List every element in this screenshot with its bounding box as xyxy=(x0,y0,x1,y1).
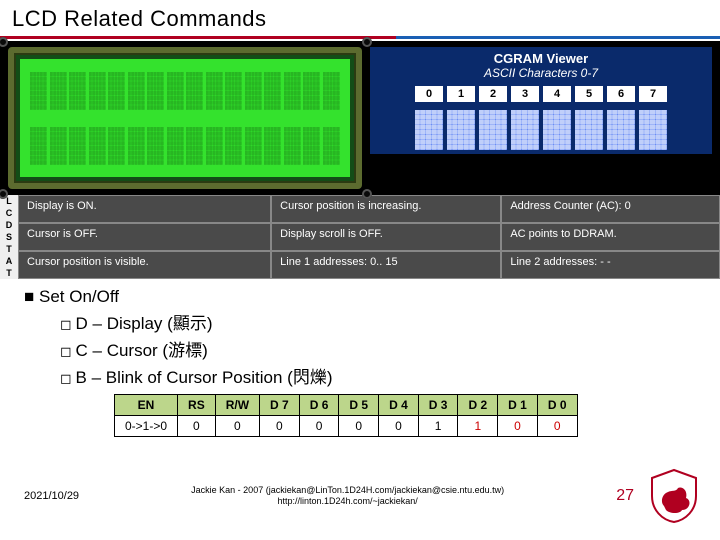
th: D 3 xyxy=(418,395,458,416)
bullet-sub: D – Display (顯示) xyxy=(60,309,696,334)
stat-cell: Line 1 addresses: 0.. 15 xyxy=(271,251,501,279)
cgram-cell xyxy=(479,110,507,150)
th: D 5 xyxy=(339,395,379,416)
university-crest-icon xyxy=(646,468,702,524)
th: R/W xyxy=(215,395,259,416)
stat-cell: Address Counter (AC): 0 xyxy=(501,195,720,223)
td: 1 xyxy=(418,416,458,437)
td: 1 xyxy=(458,416,498,437)
td: 0 xyxy=(299,416,339,437)
stat-cell: Cursor position is increasing. xyxy=(271,195,501,223)
cgram-subtitle: ASCII Characters 0-7 xyxy=(370,66,712,84)
stat-cell: Line 2 addresses: - - xyxy=(501,251,720,279)
cgram-cell xyxy=(511,110,539,150)
cgram-viewer: CGRAM Viewer ASCII Characters 0-7 0 1 2 … xyxy=(370,47,712,154)
cgram-col: 6 xyxy=(607,86,635,102)
th: D 6 xyxy=(299,395,339,416)
command-table: EN RS R/W D 7 D 6 D 5 D 4 D 3 D 2 D 1 D … xyxy=(114,394,578,437)
footer-credit: Jackie Kan - 2007 (jackiekan@LinTon.1D24… xyxy=(79,485,616,507)
lcd-stat-sidelabel: LCD STAT xyxy=(0,195,18,279)
cgram-col: 0 xyxy=(415,86,443,102)
page-number: 27 xyxy=(616,487,634,505)
cgram-col: 5 xyxy=(575,86,603,102)
slide-footer: 2021/10/29 Jackie Kan - 2007 (jackiekan@… xyxy=(24,468,702,524)
lcd-screen xyxy=(20,59,350,177)
td: 0->1->0 xyxy=(115,416,178,437)
cgram-col: 4 xyxy=(543,86,571,102)
cgram-col: 7 xyxy=(639,86,667,102)
cgram-cell xyxy=(543,110,571,150)
bullet-main: Set On/Off xyxy=(24,287,696,307)
cgram-cell xyxy=(447,110,475,150)
cgram-cell xyxy=(607,110,635,150)
table-row: 0->1->0 0 0 0 0 0 0 1 1 0 0 xyxy=(115,416,578,437)
cgram-col: 1 xyxy=(447,86,475,102)
stat-cell: Display is ON. xyxy=(18,195,271,223)
cgram-header: 0 1 2 3 4 5 6 7 xyxy=(370,84,712,106)
td: 0 xyxy=(379,416,419,437)
lcd-row-2 xyxy=(30,127,340,165)
th: D 4 xyxy=(379,395,419,416)
cgram-col: 3 xyxy=(511,86,539,102)
td: 0 xyxy=(537,416,577,437)
bullet-sub: B – Blink of Cursor Position (閃爍) xyxy=(60,363,696,388)
td: 0 xyxy=(178,416,216,437)
stat-cell: Cursor is OFF. xyxy=(18,223,271,251)
footer-date: 2021/10/29 xyxy=(24,490,79,502)
th: D 2 xyxy=(458,395,498,416)
lcd-module xyxy=(8,47,362,189)
bullet-sub: C – Cursor (游標) xyxy=(60,336,696,361)
td: 0 xyxy=(260,416,300,437)
th: D 1 xyxy=(498,395,538,416)
td: 0 xyxy=(498,416,538,437)
stat-cell: Cursor position is visible. xyxy=(18,251,271,279)
lcd-simulator-panel: CGRAM Viewer ASCII Characters 0-7 0 1 2 … xyxy=(0,41,720,279)
lcd-row-1 xyxy=(30,72,340,110)
cgram-cell xyxy=(415,110,443,150)
stat-cell: Display scroll is OFF. xyxy=(271,223,501,251)
th: D 7 xyxy=(260,395,300,416)
cgram-title: CGRAM Viewer xyxy=(370,47,712,66)
lcd-status-table: LCD STAT Display is ON. Cursor position … xyxy=(0,195,720,279)
th: RS xyxy=(178,395,216,416)
stat-cell: AC points to DDRAM. xyxy=(501,223,720,251)
page-title: LCD Related Commands xyxy=(0,0,720,36)
table-header-row: EN RS R/W D 7 D 6 D 5 D 4 D 3 D 2 D 1 D … xyxy=(115,395,578,416)
td: 0 xyxy=(215,416,259,437)
cgram-col: 2 xyxy=(479,86,507,102)
cgram-cell xyxy=(639,110,667,150)
th: EN xyxy=(115,395,178,416)
th: D 0 xyxy=(537,395,577,416)
slide-body: Set On/Off D – Display (顯示) C – Cursor (… xyxy=(0,281,720,437)
td: 0 xyxy=(339,416,379,437)
title-underline xyxy=(0,36,720,39)
cgram-cell xyxy=(575,110,603,150)
